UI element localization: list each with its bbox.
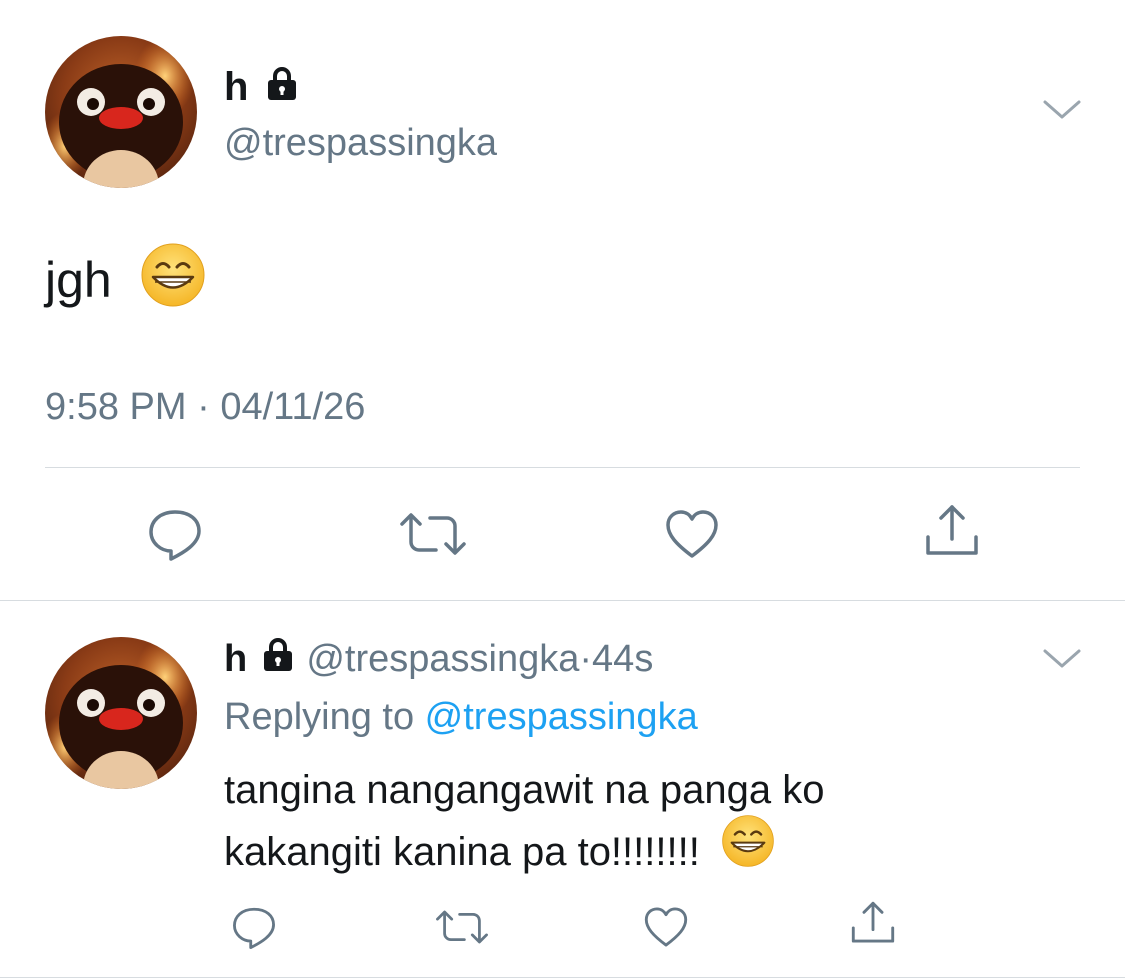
tweet-text: jgh	[45, 243, 206, 316]
grinning-face-emoji	[711, 815, 775, 886]
like-icon[interactable]	[643, 905, 689, 954]
reply-icon[interactable]	[147, 508, 203, 567]
grinning-face-emoji	[126, 243, 206, 316]
avatar[interactable]	[45, 36, 197, 188]
reply-text-line2: kakangiti kanina pa to!!!!!!!!	[224, 815, 1084, 886]
reply-icon[interactable]	[231, 906, 277, 955]
display-name[interactable]: h	[224, 67, 300, 109]
share-icon[interactable]	[850, 900, 896, 951]
like-icon[interactable]	[664, 508, 720, 565]
reply-header: h @trespassingka·44s	[224, 637, 654, 680]
user-handle[interactable]: @trespassingka	[224, 124, 497, 162]
share-icon[interactable]	[924, 503, 980, 564]
divider	[45, 467, 1080, 468]
replying-to-link[interactable]: @trespassingka	[425, 696, 698, 738]
replying-to: Replying to @trespassingka	[224, 696, 698, 738]
separator: ·	[579, 638, 593, 680]
reply-text: tangina nangangawit na panga ko kakangit…	[224, 759, 1084, 886]
retweet-icon[interactable]	[398, 510, 468, 563]
lock-icon	[258, 637, 296, 680]
divider	[0, 977, 1125, 978]
tweet-timestamp: 9:58 PM · 04/11/26	[45, 386, 366, 428]
divider	[0, 600, 1125, 601]
tweet-age: 44s	[592, 638, 654, 680]
user-handle[interactable]: @trespassingka	[306, 638, 579, 680]
chevron-down-icon[interactable]	[1042, 98, 1082, 127]
chevron-down-icon[interactable]	[1042, 647, 1082, 676]
display-name[interactable]: h	[224, 638, 247, 680]
lock-icon	[260, 67, 300, 109]
avatar[interactable]	[45, 637, 197, 789]
retweet-icon[interactable]	[434, 908, 490, 951]
